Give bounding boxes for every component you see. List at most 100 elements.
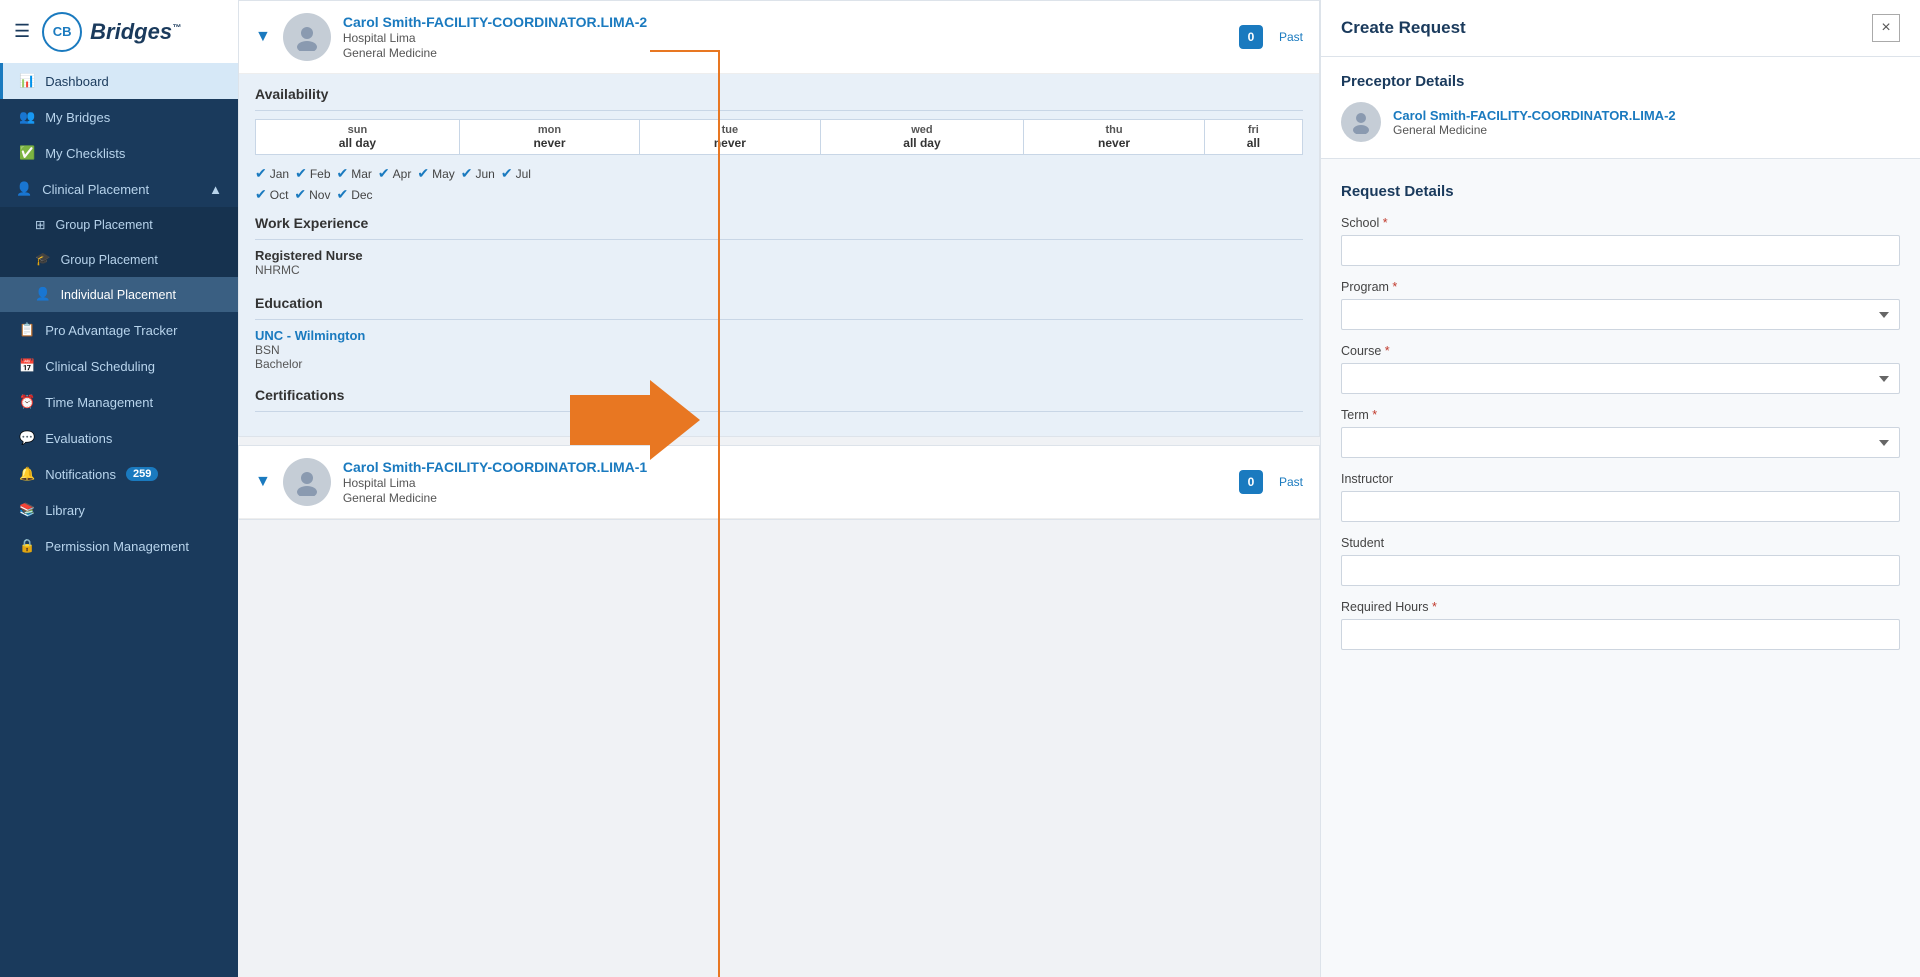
- panel-title: Create Request: [1341, 18, 1466, 38]
- calendar-icon: 📅: [19, 358, 35, 374]
- sidebar-item-evaluations[interactable]: 💬 Evaluations: [0, 420, 238, 456]
- profile-2-avatar: [283, 458, 331, 506]
- sidebar-item-my-bridges[interactable]: 👥 My Bridges: [0, 99, 238, 135]
- preceptor-row: Carol Smith-FACILITY-COORDINATOR.LIMA-2 …: [1341, 102, 1900, 142]
- school-label: School *: [1341, 216, 1900, 230]
- profile-2-badge: 0: [1239, 470, 1263, 494]
- month-oct: ✔ Oct: [255, 186, 288, 203]
- sidebar-item-time-management[interactable]: ⏰ Time Management: [0, 384, 238, 420]
- preceptor-name: Carol Smith-FACILITY-COORDINATOR.LIMA-2: [1393, 108, 1676, 123]
- eval-icon: 💬: [19, 430, 35, 446]
- edu-degree-1: BSN: [255, 343, 1303, 357]
- create-request-panel: Create Request × Preceptor Details Carol…: [1320, 0, 1920, 977]
- bridges-icon: 👥: [19, 109, 35, 125]
- profile-1-name: Carol Smith-FACILITY-COORDINATOR.LIMA-2: [343, 14, 1227, 30]
- term-label: Term *: [1341, 408, 1900, 422]
- profile-1-details: Availability sunall day monnever tueneve…: [239, 74, 1319, 436]
- profile-2-specialty: General Medicine: [343, 491, 1227, 505]
- education-title: Education: [255, 283, 1303, 320]
- avail-tue-header: tuenever: [640, 120, 820, 155]
- form-group-instructor: Instructor: [1341, 472, 1900, 522]
- months-row-2: ✔ Oct ✔ Nov ✔ Dec: [255, 186, 1303, 203]
- certifications-title: Certifications: [255, 375, 1303, 412]
- sidebar-item-group-placement-2[interactable]: 🎓 Group Placement: [0, 242, 238, 277]
- form-group-course: Course *: [1341, 344, 1900, 394]
- profile-1-avatar: [283, 13, 331, 61]
- profile-2-past-button[interactable]: Past: [1279, 475, 1303, 489]
- avail-fri-header: friall: [1204, 120, 1302, 155]
- month-nov: ✔ Nov: [294, 186, 330, 203]
- form-group-term: Term *: [1341, 408, 1900, 458]
- group-icon-1: ⊞: [35, 217, 45, 232]
- request-details-section: Request Details School * Program *: [1321, 167, 1920, 680]
- hamburger-button[interactable]: ☰: [14, 21, 30, 42]
- sidebar-item-notifications[interactable]: 🔔 Notifications 259: [0, 456, 238, 492]
- month-jun: ✔ Jun: [461, 165, 495, 182]
- edu-school-1: UNC - Wilmington: [255, 328, 1303, 343]
- sidebar-item-my-checklists[interactable]: ✅ My Checklists: [0, 135, 238, 171]
- preceptor-specialty: General Medicine: [1393, 123, 1676, 137]
- edu-item-1: UNC - Wilmington BSN Bachelor: [255, 328, 1303, 371]
- profile-1-chevron[interactable]: ▼: [255, 28, 271, 46]
- preceptor-details-section: Preceptor Details Carol Smith-FACILITY-C…: [1321, 57, 1920, 159]
- month-jan: ✔ Jan: [255, 165, 289, 182]
- profile-2-info: Carol Smith-FACILITY-COORDINATOR.LIMA-1 …: [343, 459, 1227, 505]
- sidebar-item-group-placement-1[interactable]: ⊞ Group Placement: [0, 207, 238, 242]
- form-group-program: Program *: [1341, 280, 1900, 330]
- panel-header: Create Request ×: [1321, 0, 1920, 57]
- book-icon: 📚: [19, 502, 35, 518]
- profile-2-chevron[interactable]: ▼: [255, 473, 271, 491]
- student-label: Student: [1341, 536, 1900, 550]
- profile-2-hospital: Hospital Lima: [343, 476, 1227, 490]
- profile-1-specialty: General Medicine: [343, 46, 1227, 60]
- program-label: Program *: [1341, 280, 1900, 294]
- term-select[interactable]: [1341, 427, 1900, 458]
- school-input[interactable]: [1341, 235, 1900, 266]
- sidebar: ☰ CB Bridges™ 📊 Dashboard 👥 My Bridges ✅…: [0, 0, 238, 977]
- profile-1-hospital: Hospital Lima: [343, 31, 1227, 45]
- course-label: Course *: [1341, 344, 1900, 358]
- sidebar-item-clinical-scheduling[interactable]: 📅 Clinical Scheduling: [0, 348, 238, 384]
- sidebar-item-dashboard[interactable]: 📊 Dashboard: [0, 63, 238, 99]
- lock-icon: 🔒: [19, 538, 35, 554]
- profile-list: ▼ Carol Smith-FACILITY-COORDINATOR.LIMA-…: [238, 0, 1320, 977]
- sidebar-item-pro-advantage[interactable]: 📋 Pro Advantage Tracker: [0, 312, 238, 348]
- sidebar-item-individual-placement[interactable]: 👤 Individual Placement: [0, 277, 238, 312]
- main-content: ▼ Carol Smith-FACILITY-COORDINATOR.LIMA-…: [238, 0, 1920, 977]
- sidebar-clinical-placement-header[interactable]: 👤 Clinical Placement ▲: [0, 171, 238, 207]
- avail-thu-header: thunever: [1024, 120, 1204, 155]
- preceptor-section-title: Preceptor Details: [1341, 73, 1900, 90]
- required-hours-input[interactable]: [1341, 619, 1900, 650]
- sidebar-item-library[interactable]: 📚 Library: [0, 492, 238, 528]
- time-icon: ⏰: [19, 394, 35, 410]
- preceptor-avatar: [1341, 102, 1381, 142]
- edu-level-1: Bachelor: [255, 357, 1303, 371]
- profile-card-1: ▼ Carol Smith-FACILITY-COORDINATOR.LIMA-…: [238, 0, 1320, 437]
- sidebar-header: ☰ CB Bridges™: [0, 0, 238, 63]
- program-select[interactable]: [1341, 299, 1900, 330]
- bell-icon: 🔔: [19, 466, 35, 482]
- dashboard-icon: 📊: [19, 73, 35, 89]
- person-icon: 👤: [35, 287, 51, 302]
- course-select[interactable]: [1341, 363, 1900, 394]
- work-company-1: NHRMC: [255, 263, 1303, 277]
- chevron-up-icon: ▲: [209, 182, 222, 197]
- profile-card-2-header: ▼ Carol Smith-FACILITY-COORDINATOR.LIMA-…: [239, 446, 1319, 519]
- student-input[interactable]: [1341, 555, 1900, 586]
- month-may: ✔ May: [417, 165, 454, 182]
- month-feb: ✔ Feb: [295, 165, 330, 182]
- cap-icon: 🎓: [35, 252, 51, 267]
- profile-1-info: Carol Smith-FACILITY-COORDINATOR.LIMA-2 …: [343, 14, 1227, 60]
- profile-card-1-header: ▼ Carol Smith-FACILITY-COORDINATOR.LIMA-…: [239, 1, 1319, 74]
- month-jul: ✔ Jul: [501, 165, 531, 182]
- preceptor-info: Carol Smith-FACILITY-COORDINATOR.LIMA-2 …: [1393, 108, 1676, 137]
- sidebar-item-permission-management[interactable]: 🔒 Permission Management: [0, 528, 238, 564]
- instructor-input[interactable]: [1341, 491, 1900, 522]
- clinical-icon: 👤: [16, 181, 32, 197]
- availability-title: Availability: [255, 74, 1303, 111]
- panel-close-button[interactable]: ×: [1872, 14, 1900, 42]
- work-exp-title: Work Experience: [255, 203, 1303, 240]
- months-row: ✔ Jan ✔ Feb ✔ Mar ✔ Apr ✔ May ✔ Jun ✔ Ju…: [255, 165, 1303, 182]
- availability-table: sunall day monnever tuenever wedall day …: [255, 119, 1303, 155]
- profile-1-past-button[interactable]: Past: [1279, 30, 1303, 44]
